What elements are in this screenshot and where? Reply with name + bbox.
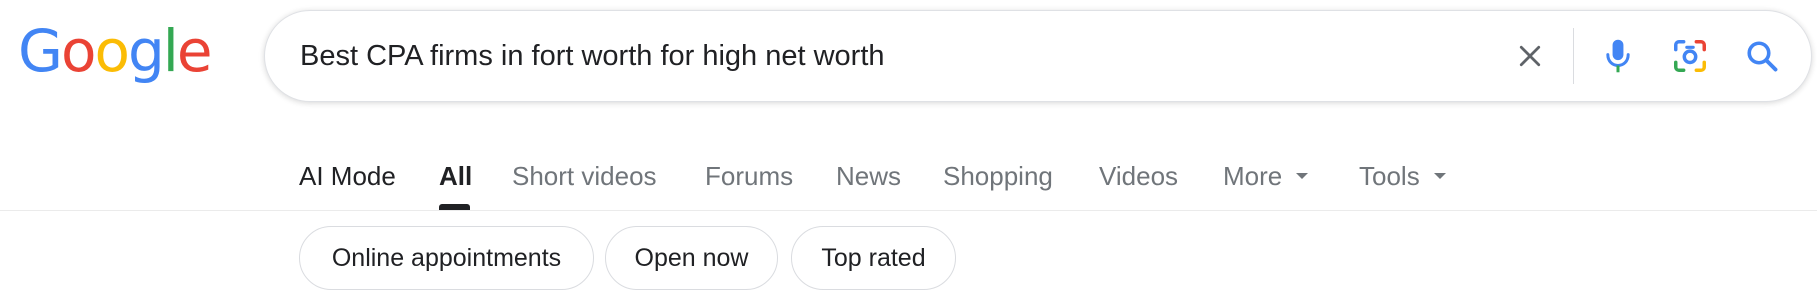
- logo-letter: l: [162, 17, 179, 85]
- tab-forums[interactable]: Forums: [705, 152, 793, 200]
- tab-more[interactable]: More: [1223, 152, 1309, 200]
- search-input[interactable]: Best CPA firms in fort worth for high ne…: [300, 11, 885, 101]
- tab-tools[interactable]: Tools: [1359, 152, 1446, 200]
- google-logo[interactable]: G o o g l e: [18, 15, 213, 87]
- tab-all[interactable]: All: [439, 152, 472, 200]
- logo-letter: o: [60, 17, 96, 85]
- clear-icon[interactable]: [1507, 33, 1553, 79]
- chevron-down-icon: [1433, 173, 1446, 180]
- lens-icon[interactable]: [1667, 33, 1713, 79]
- chip-online-appointments[interactable]: Online appointments: [299, 226, 594, 290]
- active-tab-indicator: [439, 204, 470, 210]
- chip-top-rated[interactable]: Top rated: [791, 226, 956, 290]
- chip-open-now[interactable]: Open now: [605, 226, 778, 290]
- search-box: Best CPA firms in fort worth for high ne…: [264, 10, 1812, 102]
- search-tabs: AI Mode All Short videos Forums News Sho…: [0, 140, 1817, 211]
- logo-letter: g: [127, 17, 165, 85]
- tab-tools-label: Tools: [1359, 161, 1420, 191]
- tab-ai-mode[interactable]: AI Mode: [299, 152, 396, 200]
- tab-more-label: More: [1223, 161, 1283, 191]
- microphone-icon[interactable]: [1595, 33, 1641, 79]
- tab-short-videos[interactable]: Short videos: [512, 152, 657, 200]
- chevron-down-icon: [1296, 173, 1309, 180]
- search-icon[interactable]: [1739, 33, 1785, 79]
- tab-videos[interactable]: Videos: [1099, 152, 1178, 200]
- logo-letter: G: [18, 17, 63, 85]
- tab-shopping[interactable]: Shopping: [943, 152, 1053, 200]
- logo-letter: o: [94, 17, 129, 85]
- tab-news[interactable]: News: [836, 152, 901, 200]
- search-box-divider: [1573, 28, 1574, 84]
- search-results-header: G o o g l e Best CPA firms in fort worth…: [0, 0, 1817, 307]
- logo-letter: e: [176, 17, 213, 85]
